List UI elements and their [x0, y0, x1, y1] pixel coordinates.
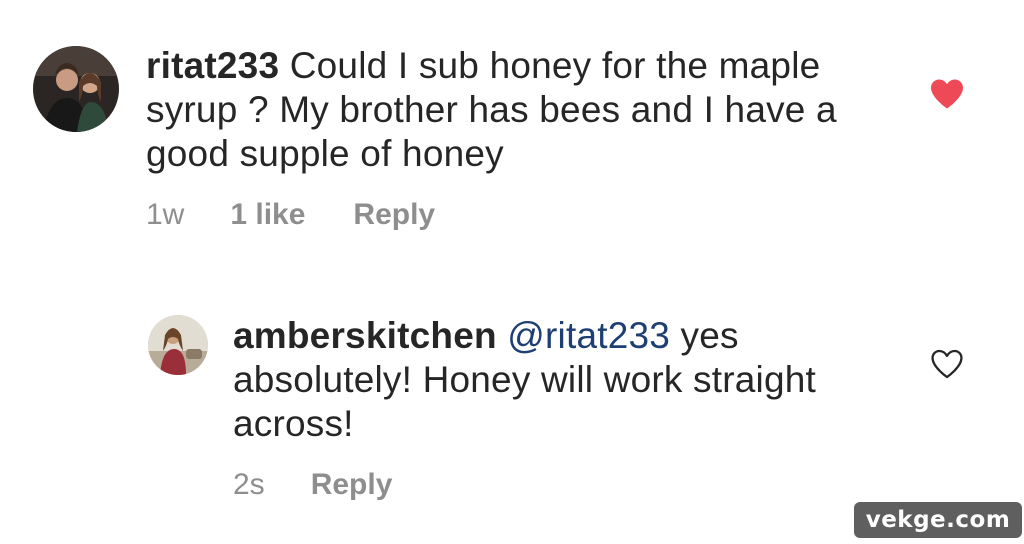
reply-button[interactable]: Reply [353, 198, 435, 232]
username[interactable]: amberskitchen [233, 315, 497, 356]
watermark: vekge.com [854, 502, 1022, 538]
avatar-amberskitchen[interactable] [148, 315, 208, 375]
like-button[interactable] [929, 78, 965, 110]
timestamp: 1w [146, 198, 185, 231]
comment-amberskitchen: amberskitchen @ritat233 yes absolutely! … [0, 290, 1024, 530]
avatar-ritat233[interactable] [33, 46, 119, 132]
comment-meta: 1w 1 like Reply [146, 198, 435, 232]
comment-ritat233: ritat233 Could I sub honey for the maple… [0, 0, 1024, 260]
comment-text-block: ritat233 Could I sub honey for the maple… [146, 44, 906, 176]
likes-count[interactable]: 1 like [230, 198, 305, 232]
timestamp: 2s [233, 468, 265, 501]
heart-filled-icon [931, 79, 963, 109]
like-button[interactable] [930, 348, 964, 380]
reply-button[interactable]: Reply [311, 468, 393, 502]
comment-meta: 2s Reply [233, 468, 392, 502]
comment-text-block: amberskitchen @ritat233 yes absolutely! … [233, 314, 873, 446]
username[interactable]: ritat233 [146, 45, 279, 86]
mention-link[interactable]: @ritat233 [507, 315, 670, 356]
avatar-photo [148, 315, 208, 375]
heart-outline-icon [931, 349, 963, 379]
avatar-photo [33, 46, 119, 132]
